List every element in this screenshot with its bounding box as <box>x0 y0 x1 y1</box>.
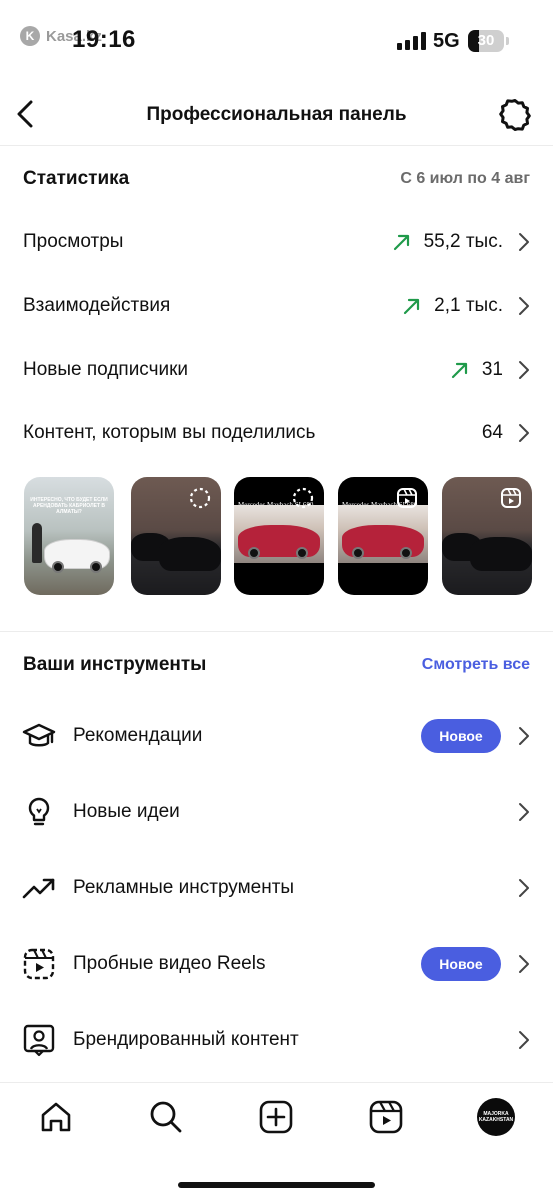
watermark-logo-icon: K <box>20 26 40 46</box>
new-badge: Новое <box>421 947 501 981</box>
stat-value: 55,2 тыс. <box>423 231 503 252</box>
tool-label: Пробные видео Reels <box>73 953 266 974</box>
stat-row-new-followers[interactable]: Новые подписчики 31 <box>23 350 531 390</box>
chevron-right-icon <box>519 1031 529 1049</box>
tools-header: Ваши инструменты Смотреть все <box>23 654 530 676</box>
car-shape <box>159 537 221 571</box>
reels-icon <box>397 488 417 508</box>
thumbnail-caption: ИНТЕРЕСНО, ЧТО БУДЕТ ЕСЛИ АРЕНДОВАТЬ КАБ… <box>30 497 108 515</box>
create-icon <box>259 1100 293 1134</box>
profile-avatar[interactable]: MAJORKA KAZAKHSTAN <box>477 1098 515 1136</box>
graduation-cap-icon <box>22 719 56 753</box>
reels-icon <box>369 1100 403 1134</box>
chevron-right-icon <box>519 233 529 251</box>
trending-up-icon <box>22 871 56 905</box>
chevron-right-icon <box>519 803 529 821</box>
reels-icon <box>501 488 521 508</box>
wheel <box>400 547 412 559</box>
stat-label: Взаимодействия <box>23 295 171 316</box>
home-icon <box>41 1102 71 1132</box>
search-icon <box>150 1101 182 1133</box>
nav-home-button[interactable] <box>38 1099 74 1135</box>
chevron-right-icon <box>519 955 529 973</box>
tool-label: Брендированный контент <box>73 1029 299 1050</box>
avatar-text: MAJORKA KAZAKHSTAN <box>478 1110 514 1124</box>
signal-icon <box>397 32 426 50</box>
lightbulb-icon <box>22 795 56 829</box>
branded-content-icon <box>22 1023 56 1057</box>
battery-tip <box>506 37 509 45</box>
date-range-selector[interactable]: С 6 июл по 4 авг <box>400 170 530 188</box>
statistics-header: Статистика С 6 июл по 4 авг <box>23 168 530 190</box>
status-time: 19:16 <box>72 26 136 53</box>
chevron-right-icon <box>519 361 529 379</box>
stat-label: Просмотры <box>23 231 124 252</box>
chevron-right-icon <box>519 297 529 315</box>
wheel <box>52 561 64 573</box>
battery-percent: 30 <box>477 32 495 49</box>
tools-title: Ваши инструменты <box>23 654 207 675</box>
nav-reels-button[interactable] <box>368 1099 404 1135</box>
loading-icon <box>292 487 314 509</box>
see-all-link[interactable]: Смотреть все <box>422 656 530 674</box>
wheel <box>296 547 308 559</box>
status-bar: K Kasa.kz 19:16 5G 30 <box>0 0 553 80</box>
content-thumbnail[interactable]: Mercedes Maybach SL680 <box>338 477 428 595</box>
section-divider <box>0 631 553 632</box>
stat-label: Контент, которым вы поделились <box>23 422 316 443</box>
stat-row-views[interactable]: Просмотры 55,2 тыс. <box>23 222 531 262</box>
content-thumbnail[interactable]: Mercedes Maybach SL680 <box>234 477 324 595</box>
car-shape <box>470 537 532 571</box>
stat-row-shared-content[interactable]: Контент, которым вы поделились 64 <box>23 413 531 453</box>
battery-icon: 30 <box>468 30 504 52</box>
loading-icon <box>189 487 211 509</box>
tool-label: Рекламные инструменты <box>73 877 295 898</box>
stat-label: Новые подписчики <box>23 359 189 380</box>
wheel <box>352 547 364 559</box>
content-thumbnails: ИНТЕРЕСНО, ЧТО БУДЕТ ЕСЛИ АРЕНДОВАТЬ КАБ… <box>24 477 544 595</box>
stat-value: 2,1 тыс. <box>434 295 503 316</box>
tool-label: Рекомендации <box>73 725 203 746</box>
content-thumbnail[interactable] <box>131 477 221 595</box>
network-type: 5G <box>433 30 460 52</box>
stat-row-interactions[interactable]: Взаимодействия 2,1 тыс. <box>23 286 531 326</box>
tool-row-trial-reels[interactable]: Пробные видео Reels Новое <box>22 942 531 986</box>
home-indicator <box>178 1182 375 1188</box>
content-thumbnail[interactable] <box>442 477 532 595</box>
person-figure <box>32 523 42 563</box>
statistics-title: Статистика <box>23 168 130 189</box>
wheel <box>90 561 102 573</box>
tool-label: Новые идеи <box>73 801 180 822</box>
trend-up-icon <box>393 234 409 251</box>
chevron-right-icon <box>519 879 529 897</box>
trend-up-icon <box>451 362 467 379</box>
trend-up-icon <box>404 298 420 315</box>
reels-trial-icon <box>22 947 56 981</box>
content-thumbnail[interactable]: ИНТЕРЕСНО, ЧТО БУДЕТ ЕСЛИ АРЕНДОВАТЬ КАБ… <box>24 477 114 595</box>
new-badge: Новое <box>421 719 501 753</box>
page-title: Профессиональная панель <box>146 104 407 125</box>
bottom-navigation: MAJORKA KAZAKHSTAN <box>0 1082 553 1200</box>
header: Профессиональная панель <box>0 84 553 146</box>
stat-value: 31 <box>481 359 503 380</box>
tool-row-branded-content[interactable]: Брендированный контент <box>22 1018 531 1062</box>
wheel <box>248 547 260 559</box>
gear-icon <box>499 99 531 131</box>
tool-row-new-ideas[interactable]: Новые идеи <box>22 790 531 834</box>
nav-search-button[interactable] <box>148 1099 184 1135</box>
chevron-right-icon <box>519 727 529 745</box>
settings-button[interactable] <box>497 97 533 133</box>
tool-row-ad-tools[interactable]: Рекламные инструменты <box>22 866 531 910</box>
stat-value: 64 <box>481 422 503 443</box>
tool-row-recommendations[interactable]: Рекомендации Новое <box>22 714 531 758</box>
chevron-right-icon <box>519 424 529 442</box>
nav-create-button[interactable] <box>258 1099 294 1135</box>
